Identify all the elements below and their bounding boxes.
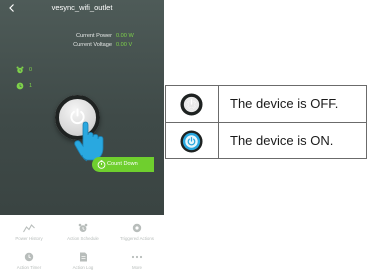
timer-icon: [97, 160, 106, 169]
countdown-button[interactable]: Count Down: [92, 157, 154, 172]
current-voltage-value: 0.00 V: [116, 42, 133, 48]
nav-label: More: [131, 265, 142, 270]
legend-on-text: The device is ON.: [230, 133, 334, 148]
nav-power-history[interactable]: Power History: [2, 223, 56, 242]
countdown-label: Count Down: [107, 161, 138, 167]
power-off-icon: [180, 93, 203, 116]
alarm-clock-icon: [16, 66, 24, 74]
chart-line-icon: [23, 224, 35, 233]
more-icon: [131, 255, 143, 259]
device-panel: vesync_wifi_outlet Current Power 0.00 W …: [0, 0, 164, 215]
nav-more[interactable]: More: [110, 252, 164, 271]
nav-label: Triggered Actions: [119, 236, 154, 241]
alarm-count-value: 0: [29, 67, 33, 73]
back-button[interactable]: [6, 2, 18, 14]
nav-action-schedule[interactable]: Action Schedule: [56, 223, 110, 242]
trigger-icon: [132, 223, 142, 233]
state-legend-table: The device is OFF. The device is ON.: [165, 85, 367, 159]
current-power-value: 0.00 W: [116, 33, 134, 39]
power-row: Current Power 0.00 W: [0, 32, 164, 41]
nav-action-timer[interactable]: Action Timer: [2, 252, 56, 271]
voltage-row: Current Voltage 0.00 V: [0, 41, 164, 50]
page-title: vesync_wifi_outlet: [51, 3, 113, 12]
nav-label: Action Log: [72, 265, 94, 270]
power-on-icon: [180, 130, 203, 153]
legend-row-on: The device is ON.: [166, 123, 366, 159]
nav-triggered-actions[interactable]: Triggered Actions: [110, 223, 164, 242]
legend-off-text: The device is OFF.: [230, 96, 339, 111]
chevron-left-icon: [9, 4, 14, 12]
alarm-clock-icon: [78, 223, 88, 232]
timer-count-value: 1: [29, 83, 33, 89]
nav-action-log[interactable]: Action Log: [56, 252, 110, 271]
clock-icon: [24, 252, 34, 262]
current-power-label: Current Power: [75, 33, 112, 39]
title-bar: vesync_wifi_outlet: [0, 0, 164, 16]
document-icon: [79, 252, 87, 262]
bottom-nav: Power History Action Schedule Triggered …: [0, 215, 164, 276]
nav-label: Action Timer: [16, 265, 42, 270]
nav-label: Action Schedule: [67, 236, 99, 241]
legend-row-off: The device is OFF.: [166, 86, 366, 122]
clock-icon: [16, 82, 24, 90]
tap-hand-icon: [74, 121, 104, 162]
current-voltage-label: Current Voltage: [73, 42, 112, 48]
phone-screen: vesync_wifi_outlet Current Power 0.00 W …: [0, 0, 164, 276]
nav-label: Power History: [15, 236, 43, 241]
